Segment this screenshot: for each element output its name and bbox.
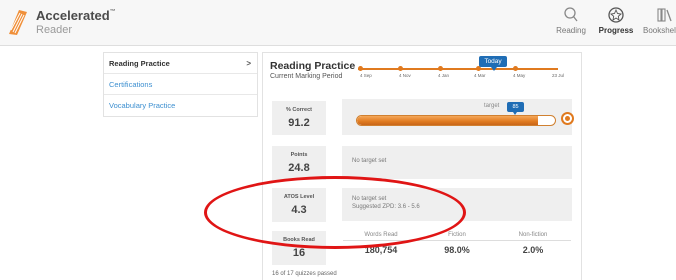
books-read-value: 16 <box>292 247 306 259</box>
progress-badge-icon <box>608 7 624 23</box>
table-cell: 98.0% <box>444 245 470 255</box>
search-icon <box>564 7 578 22</box>
atos-level-value: 4.3 <box>291 204 307 216</box>
progress-end-dot <box>565 116 570 121</box>
sidebar-item-vocabulary-practice[interactable]: Vocabulary Practice <box>104 95 257 116</box>
timeline-line <box>358 68 558 70</box>
top-header: Accelerated™ Reader Reading Progress Boo <box>0 0 676 46</box>
atos-level-box: ATOS Level 4.3 <box>272 188 326 222</box>
percent-correct-box: % Correct 91.2 <box>272 101 326 135</box>
timeline-tick: 4 Jan <box>438 73 450 78</box>
atos-level-label: ATOS Level <box>283 194 315 200</box>
nav-progress-label: Progress <box>598 26 634 35</box>
timeline-tick: 4 May <box>513 73 526 78</box>
quizzes-passed-text: 16 of 17 quizzes passed <box>272 271 337 277</box>
today-badge: Today <box>479 56 507 67</box>
timeline-tick: 23 Jul <box>552 73 565 78</box>
sidebar: Reading Practice > Certifications Vocabu… <box>103 52 258 117</box>
nav-reading-label: Reading <box>556 26 586 35</box>
points-info: No target set <box>342 146 572 179</box>
brand: Accelerated™ Reader <box>36 9 116 36</box>
table-header: Words Read Fiction Non-fiction <box>343 232 571 241</box>
brand-sub: Reader <box>36 24 73 36</box>
trademark: ™ <box>109 9 116 15</box>
nav-progress[interactable]: Progress <box>597 6 635 35</box>
nav-reading[interactable]: Reading <box>555 6 587 35</box>
bookshelf-icon <box>657 8 672 22</box>
timeline-tick: 4 Mar <box>474 73 486 78</box>
nav-bookshelf[interactable]: Bookshelf <box>643 6 676 35</box>
sidebar-item-label: Certifications <box>109 80 153 89</box>
marking-period-timeline: 4 Sep 4 Nov 4 Jan 4 Mar 4 May 23 Jul <box>358 65 570 89</box>
timeline-dot <box>438 66 443 71</box>
points-box: Points 24.8 <box>272 146 326 180</box>
column-header: Non-fiction <box>495 232 571 241</box>
timeline-dot <box>358 66 363 71</box>
timeline-tick: 4 Sep <box>360 73 372 78</box>
target-label: target <box>484 103 500 109</box>
points-label: Points <box>290 152 308 158</box>
today-pointer <box>491 67 497 71</box>
nav-bookshelf-label: Bookshelf <box>643 26 676 35</box>
atos-zpd: Suggested ZPD: 3.6 - 5.6 <box>352 204 420 210</box>
sidebar-item-label: Vocabulary Practice <box>109 101 176 110</box>
column-header: Fiction <box>419 232 495 241</box>
percent-correct-label: % Correct <box>286 107 312 113</box>
books-breakdown-table: Words Read Fiction Non-fiction 180,754 9… <box>343 232 571 255</box>
table-cell: 2.0% <box>522 245 544 255</box>
timeline-dot <box>513 66 518 71</box>
chevron-right-icon: > <box>246 59 251 68</box>
column-header: Words Read <box>343 232 419 241</box>
timeline-tick: 4 Nov <box>399 73 411 78</box>
points-note: No target set <box>352 158 387 164</box>
sidebar-item-certifications[interactable]: Certifications <box>104 74 257 95</box>
timeline-dot <box>398 66 403 71</box>
percent-correct-progress: target 85 <box>342 99 574 135</box>
progress-bar-fill <box>357 116 538 125</box>
atos-note: No target set <box>352 196 387 202</box>
page: Accelerated™ Reader Reading Progress Boo <box>0 0 676 280</box>
progress-end-icon <box>561 112 574 125</box>
brand-name: Accelerated™ <box>36 8 116 23</box>
panel-subtitle: Current Marking Period <box>270 73 343 80</box>
atos-info: No target set Suggested ZPD: 3.6 - 5.6 <box>342 188 572 221</box>
books-read-box: Books Read 16 <box>272 231 326 265</box>
percent-correct-value: 91.2 <box>288 117 310 129</box>
progress-bar <box>356 115 556 126</box>
panel-title: Reading Practice <box>270 60 356 72</box>
sidebar-item-reading-practice[interactable]: Reading Practice > <box>104 53 257 74</box>
points-value: 24.8 <box>288 162 310 174</box>
table-row: 180,754 98.0% 2.0% <box>343 241 571 255</box>
target-badge: 85 <box>507 102 524 112</box>
table-cell: 180,754 <box>364 245 398 255</box>
reading-practice-panel: Reading Practice Current Marking Period … <box>262 52 582 280</box>
accelerated-reader-logo-icon <box>9 10 27 35</box>
books-read-label: Books Read <box>283 237 315 243</box>
sidebar-item-label: Reading Practice <box>109 59 170 68</box>
